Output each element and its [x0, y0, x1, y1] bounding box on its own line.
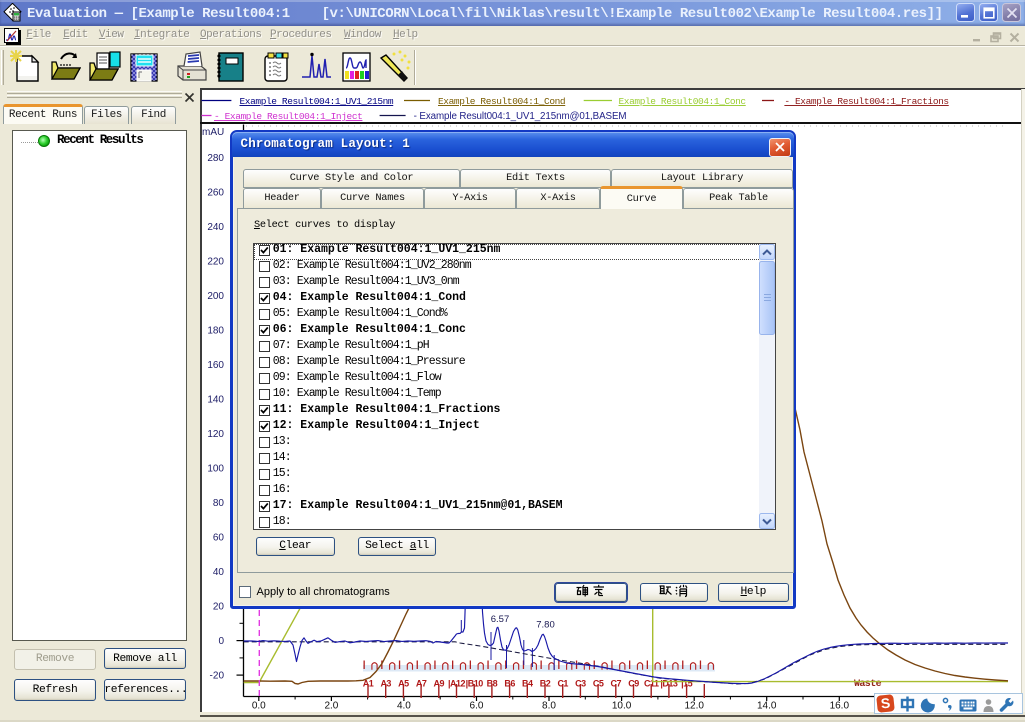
svg-text:- Example Result004:1_Inject: - Example Result004:1_Inject [214, 111, 362, 122]
svg-text:10.0: 10.0 [612, 701, 632, 712]
svg-text:Waste: Waste [854, 679, 882, 690]
svg-text:7.80: 7.80 [536, 620, 555, 631]
svg-text:Example Result004:1_UV1_215nm: Example Result004:1_UV1_215nm [240, 96, 394, 107]
svg-text:260: 260 [207, 188, 224, 199]
svg-text:B4: B4 [522, 679, 533, 689]
svg-text:14.0: 14.0 [757, 701, 777, 712]
svg-text:2.0: 2.0 [324, 701, 338, 712]
svg-text:A9: A9 [434, 679, 445, 689]
svg-text:A5: A5 [398, 679, 409, 689]
svg-text:100: 100 [207, 464, 224, 475]
svg-text:280: 280 [207, 153, 224, 164]
svg-text:240: 240 [207, 222, 224, 233]
svg-text:C7: C7 [611, 679, 622, 689]
svg-text:C9: C9 [628, 679, 639, 689]
svg-text:C3: C3 [575, 679, 586, 689]
svg-text:4.0: 4.0 [397, 701, 411, 712]
svg-text:|B10: |B10 [466, 679, 484, 689]
svg-text:0.0: 0.0 [252, 701, 266, 712]
svg-text:220: 220 [207, 257, 224, 268]
svg-text:180: 180 [207, 326, 224, 337]
svg-text:12.0: 12.0 [684, 701, 704, 712]
svg-text:160: 160 [207, 360, 224, 371]
svg-text:A3: A3 [380, 679, 391, 689]
svg-text:C1: C1 [557, 679, 568, 689]
svg-text:B6: B6 [504, 679, 515, 689]
svg-text:-20: -20 [210, 671, 225, 682]
svg-text:Example Result004:1_Cond: Example Result004:1_Cond [438, 96, 565, 107]
svg-text:|A12: |A12 [448, 679, 466, 689]
svg-text:A7: A7 [416, 679, 427, 689]
svg-text:40: 40 [213, 567, 225, 578]
svg-text:140: 140 [207, 395, 224, 406]
svg-text:Example Result004:1_Conc: Example Result004:1_Conc [619, 96, 747, 107]
svg-text:B8: B8 [487, 679, 498, 689]
svg-text:80: 80 [213, 498, 225, 509]
svg-text:60: 60 [213, 533, 225, 544]
svg-text:200: 200 [207, 291, 224, 302]
svg-text:B2: B2 [540, 679, 551, 689]
svg-text:6.57: 6.57 [491, 614, 510, 625]
svg-text:20: 20 [213, 602, 225, 613]
svg-text:0: 0 [218, 636, 224, 647]
svg-text:120: 120 [207, 429, 224, 440]
svg-text:16.0: 16.0 [830, 701, 850, 712]
svg-text:mAU: mAU [202, 127, 224, 138]
svg-text:C5: C5 [593, 679, 604, 689]
svg-text:C11: C11 [644, 679, 659, 689]
svg-text:- Example Result004:1_Fraction: - Example Result004:1_Fractions [784, 96, 948, 107]
svg-text:8.0: 8.0 [542, 701, 556, 712]
svg-text:- Example Result004:1_UV1_215n: - Example Result004:1_UV1_215nm@01,BASEM [414, 111, 627, 122]
svg-text:6.0: 6.0 [470, 701, 484, 712]
